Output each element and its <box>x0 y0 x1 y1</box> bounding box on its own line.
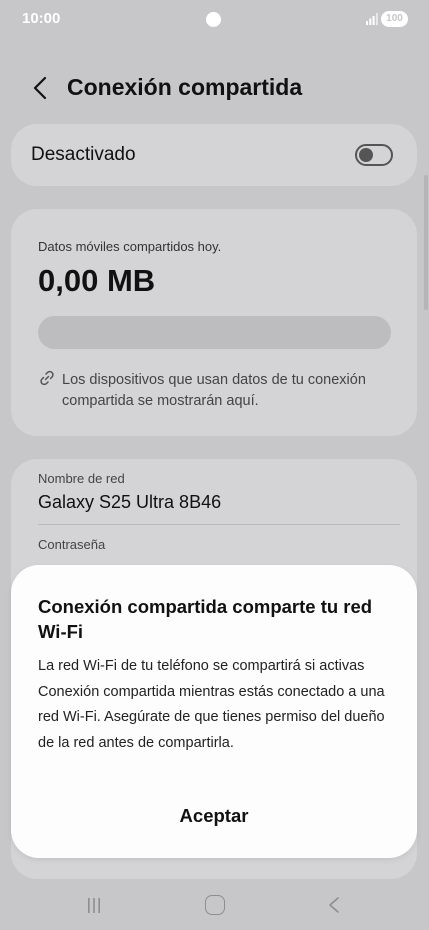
devices-note: Los dispositivos que usan datos de tu co… <box>62 372 366 409</box>
data-usage-card: Datos móviles compartidos hoy. 0,00 MB L… <box>11 209 417 436</box>
scrollbar <box>424 175 428 310</box>
status-bar: 10:00 100 <box>0 0 429 40</box>
chevron-left-icon[interactable] <box>30 75 50 101</box>
data-usage-bar <box>38 316 391 349</box>
dialog-title: Conexión compartida comparte tu red Wi-F… <box>38 596 373 642</box>
divider <box>38 524 400 525</box>
link-icon <box>40 370 54 386</box>
camera-dot-icon <box>206 12 221 27</box>
page-title: Conexión compartida <box>67 74 303 100</box>
home-icon[interactable] <box>205 895 225 915</box>
battery-badge: 100 <box>381 11 408 27</box>
password-label: Contraseña <box>38 537 106 552</box>
data-usage-value: 0,00 MB <box>38 263 156 298</box>
hotspot-switch[interactable] <box>355 144 393 166</box>
wifi-sharing-dialog: Conexión compartida comparte tu red Wi-F… <box>11 565 417 858</box>
status-time: 10:00 <box>22 10 61 27</box>
recents-icon[interactable] <box>84 895 104 915</box>
network-name-label: Nombre de red <box>38 471 125 486</box>
navigation-bar <box>0 880 429 930</box>
data-usage-label: Datos móviles compartidos hoy. <box>38 239 222 254</box>
signal-icon <box>366 13 378 25</box>
switch-knob <box>359 148 373 162</box>
hotspot-toggle-row[interactable]: Desactivado <box>11 124 417 186</box>
network-name-value[interactable]: Galaxy S25 Ultra 8B46 <box>38 492 221 513</box>
toggle-label: Desactivado <box>31 144 136 165</box>
accept-button[interactable]: Aceptar <box>144 799 284 833</box>
dialog-body: La red Wi-Fi de tu teléfono se compartir… <box>38 658 385 751</box>
back-icon[interactable] <box>327 895 341 915</box>
